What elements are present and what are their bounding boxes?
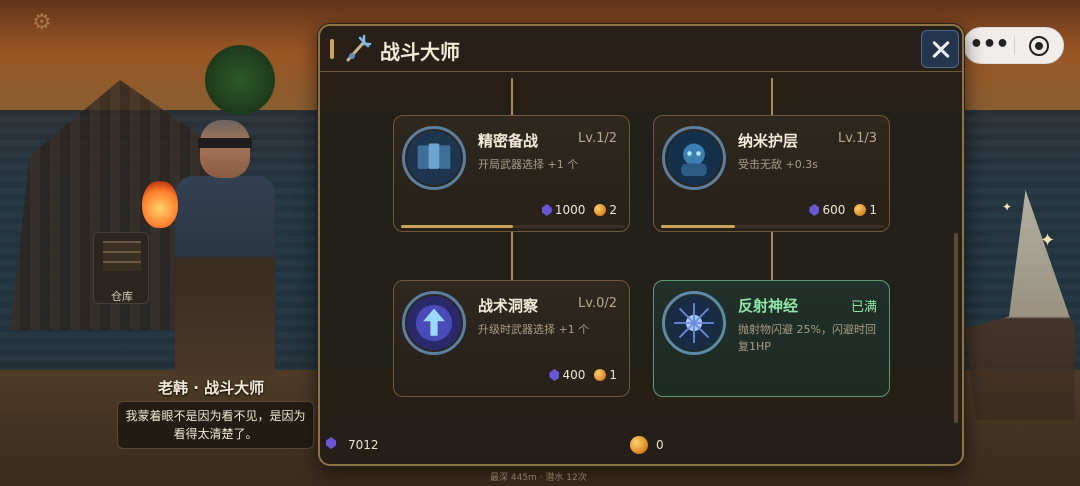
footer-stats: 最深 445m · 潜水 12次 [490, 473, 587, 483]
skill-name: 战术洞察 [478, 297, 539, 315]
skill-card-precision-prep[interactable]: 精密备战 Lv.1/2 开局武器选择 +1 个 1000 2 [393, 115, 630, 232]
close-button[interactable] [921, 30, 959, 68]
skill-card-reflex-nerve[interactable]: 反射神经 已满 抛射物闪避 25%，闪避时回复1HP [653, 280, 890, 397]
storage-label: 仓库 [111, 290, 133, 303]
npc-blindfold [198, 138, 252, 148]
skill-name: 纳米护层 [738, 132, 799, 150]
gear-icon[interactable]: ⚙ [32, 12, 54, 34]
panel-title: 战斗大师 [380, 40, 460, 64]
gem-icon [541, 204, 552, 216]
gem-cost: 1000 [554, 203, 586, 217]
coin-cost: 2 [609, 203, 617, 217]
flame-icon [142, 180, 178, 228]
gem-cost: 400 [562, 368, 586, 382]
connector-line [771, 78, 773, 116]
npc-speech-bubble: 我蒙着眼不是因为看不见，是因为看得太清楚了。 [117, 401, 314, 449]
sparkle-icon: ✦ [1040, 230, 1056, 251]
skill-description: 开局武器选择 +1 个 [478, 158, 579, 171]
skill-progress-bar [661, 225, 885, 228]
upgrade-arrow-icon [402, 291, 466, 355]
skill-level: Lv.1/2 [578, 131, 617, 146]
skill-card-nano-armor[interactable]: 纳米护层 Lv.1/3 受击无敌 +0.3s 600 1 [653, 115, 890, 232]
sparkle-icon: ✦ [1002, 200, 1013, 214]
gem-cost: 600 [822, 203, 846, 217]
exit-icon[interactable] [1029, 36, 1049, 56]
skill-progress-fill [661, 225, 735, 228]
npc-head [200, 120, 250, 178]
skill-progress-bar [401, 225, 625, 228]
more-icon[interactable]: ••• [964, 28, 1014, 63]
coin-icon [630, 436, 648, 454]
gem-icon [809, 204, 820, 216]
npc-blacksmith[interactable] [140, 110, 310, 380]
npc-name: 老韩 · 战斗大师 [158, 379, 265, 397]
skill-cost: 600 1 [809, 203, 877, 217]
coin-icon [594, 369, 607, 381]
skill-description: 抛射物闪避 25%，闪避时回复1HP [738, 323, 876, 353]
skill-level: Lv.0/2 [578, 296, 617, 311]
neuron-icon [662, 291, 726, 355]
skill-description: 受击无敌 +0.3s [738, 158, 818, 171]
gem-icon [549, 369, 560, 381]
skill-card-tactical-insight[interactable]: 战术洞察 Lv.0/2 升级时武器选择 +1 个 400 1 [393, 280, 630, 397]
connector-line [771, 232, 773, 282]
connector-line [511, 232, 513, 282]
gem-balance: 7012 [348, 438, 379, 452]
connector-line [511, 78, 513, 116]
coin-icon [594, 204, 607, 216]
miniprogram-capsule: ••• [963, 27, 1064, 64]
npc-body [175, 176, 275, 376]
skill-description: 升级时武器选择 +1 个 [478, 323, 590, 336]
palm-tree [205, 45, 275, 115]
cards-icon [402, 126, 466, 190]
skill-panel: 战斗大师 精密备战 Lv.1/2 开局武器选择 +1 个 1000 2 纳米护层… [318, 24, 964, 466]
skill-name: 反射神经 [738, 297, 799, 315]
scrollbar[interactable] [954, 233, 958, 423]
mech-suit-icon [662, 126, 726, 190]
skill-progress-fill [401, 225, 513, 228]
capsule-divider [1014, 37, 1015, 55]
storage-button[interactable]: 仓库 [93, 232, 149, 304]
coin-balance: 0 [656, 438, 664, 452]
skill-cost: 1000 2 [541, 203, 617, 217]
skill-cost: 400 1 [549, 368, 617, 382]
coin-cost: 1 [609, 368, 617, 382]
skill-name: 精密备战 [478, 132, 539, 150]
shelf-icon [103, 241, 141, 271]
skill-level: Lv.1/3 [838, 131, 877, 146]
coin-icon [854, 204, 867, 216]
panel-header: 战斗大师 [320, 26, 962, 72]
coin-cost: 1 [869, 203, 877, 217]
header-accent-bar [330, 39, 334, 59]
trident-icon [346, 34, 372, 62]
skill-maxed-badge: 已满 [850, 300, 877, 315]
